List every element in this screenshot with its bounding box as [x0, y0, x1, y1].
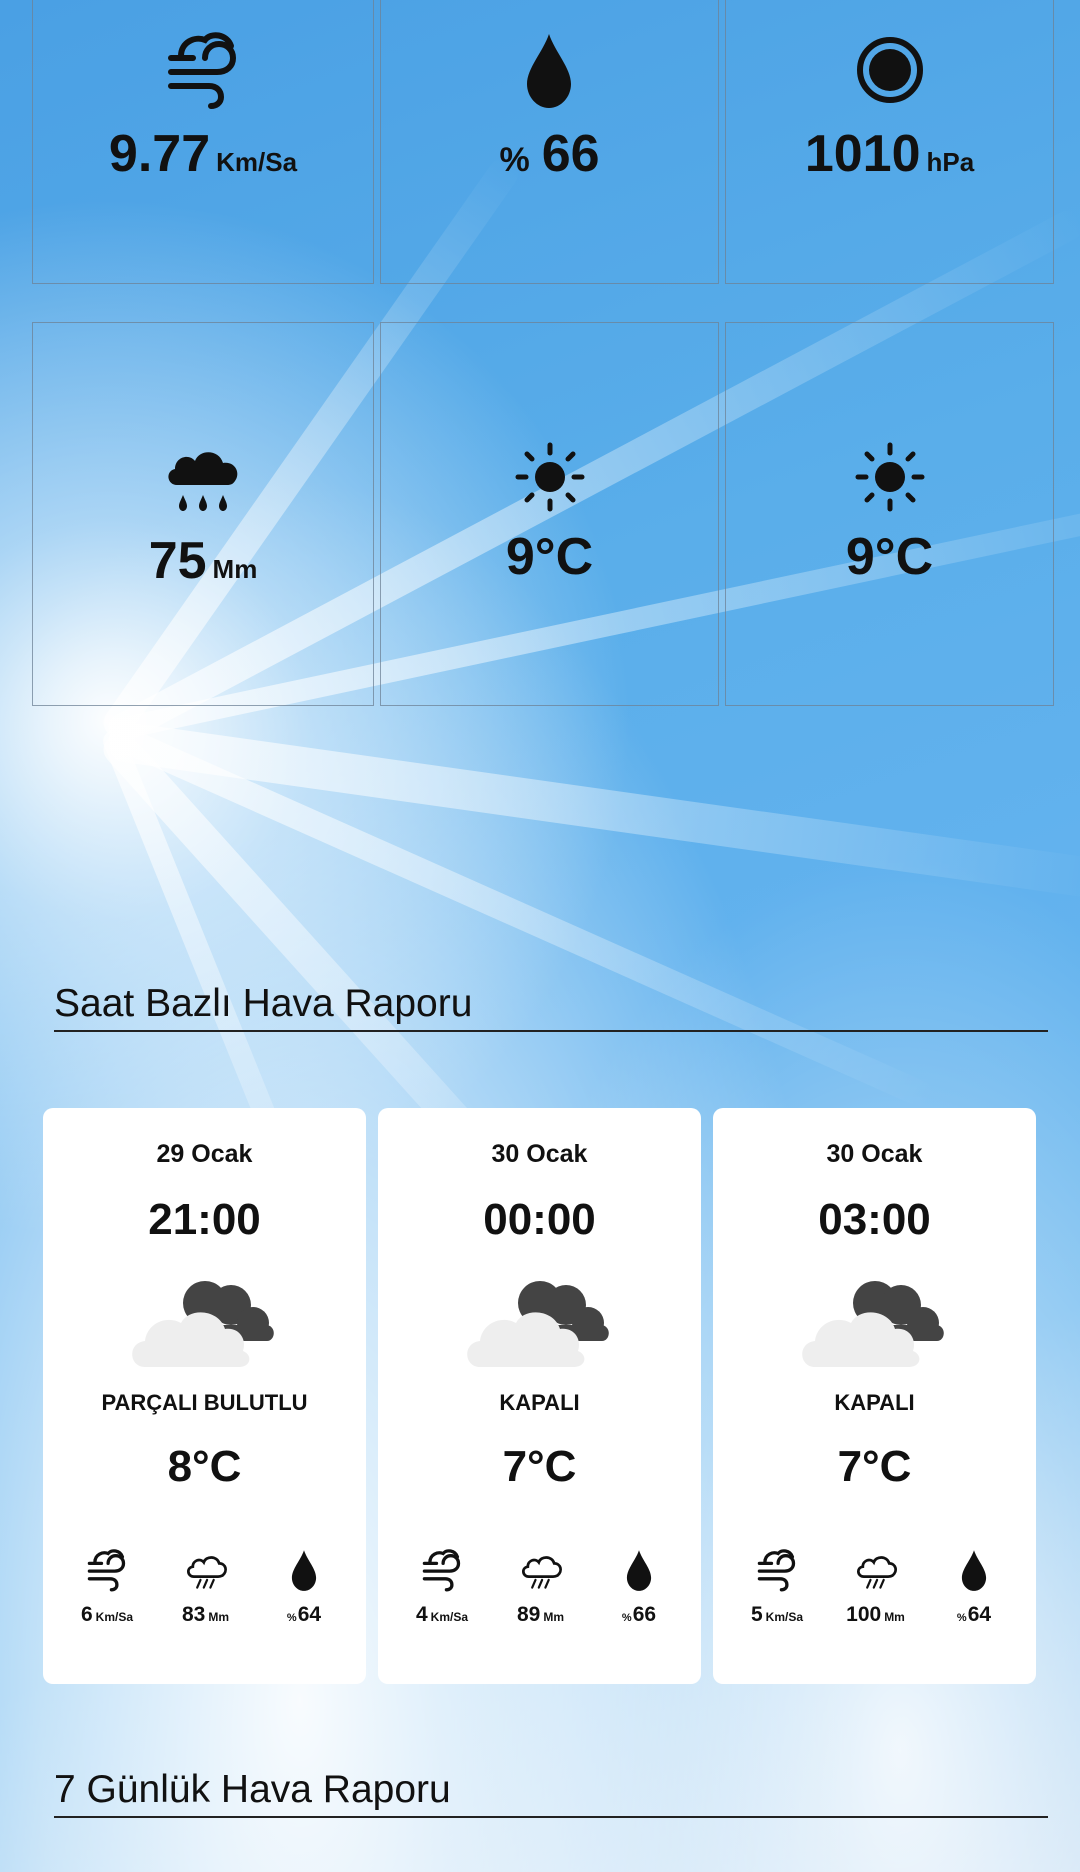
wind-stat-number: 6: [80, 1603, 93, 1626]
rain-stat: 89 Mm: [501, 1548, 581, 1627]
humidity-stat-value: %64: [287, 1603, 321, 1627]
hourly-time: 03:00: [818, 1195, 931, 1244]
rain-stat-unit: Mm: [884, 1610, 905, 1624]
hourly-condition: KAPALI: [834, 1390, 915, 1415]
pressure-value: 1010: [804, 124, 921, 183]
humidity-stat-value: %66: [622, 1603, 656, 1627]
hourly-time: 21:00: [148, 1195, 261, 1244]
temp-max-cell: 9°C: [725, 322, 1054, 706]
precipitation-unit: Mm: [212, 554, 258, 584]
pressure-unit: hPa: [926, 146, 975, 177]
sun-icon: [514, 441, 586, 513]
droplet-icon: [952, 1548, 996, 1597]
weekly-section-title: 7 Günlük Hava Raporu: [54, 1768, 1048, 1818]
hourly-cards[interactable]: 29 Ocak 21:00 PARÇALI BULUTLU 8°C 6 Km/Sa: [43, 1108, 1036, 1684]
hourly-card[interactable]: 30 Ocak 03:00 KAPALI 7°C 5 Km/Sa 100 Mm …: [713, 1108, 1036, 1684]
droplet-icon: [509, 30, 589, 110]
overcast-night-icon: [462, 1271, 618, 1376]
wind-stat-value: 4 Km/Sa: [416, 1603, 468, 1627]
humidity-stat-number: 64: [967, 1603, 992, 1626]
wind-icon: [163, 30, 243, 110]
hourly-time: 00:00: [483, 1195, 596, 1244]
wind-stat-number: 4: [415, 1603, 428, 1626]
hourly-temp: 8°C: [167, 1442, 242, 1491]
rain-stat-number: 83: [181, 1603, 206, 1626]
temp-min-value: 9°C: [505, 528, 594, 586]
hourly-card[interactable]: 30 Ocak 00:00 KAPALI 7°C 4 Km/Sa 89 Mm %…: [378, 1108, 701, 1684]
rain-cloud-outline-icon: [518, 1548, 564, 1597]
hourly-temp: 7°C: [502, 1442, 577, 1491]
wind-icon: [755, 1548, 799, 1597]
humidity-stat: %64: [264, 1548, 344, 1627]
rain-cloud-outline-icon: [183, 1548, 229, 1597]
wind-unit: Km/Sa: [216, 146, 298, 177]
hourly-condition: KAPALI: [499, 1390, 580, 1415]
hourly-date: 30 Ocak: [491, 1140, 588, 1168]
rain-stat-unit: Mm: [208, 1610, 230, 1624]
pressure-cell: 1010 hPa: [725, 0, 1054, 284]
hourly-stats: 4 Km/Sa 89 Mm %66: [378, 1548, 701, 1627]
humidity-stat-number: 66: [632, 1603, 657, 1626]
wind-stat-number: 5: [750, 1603, 763, 1626]
humidity-prefix: %: [499, 140, 530, 179]
precipitation-value: 75: [148, 532, 207, 590]
wind-stat-unit: Km/Sa: [95, 1610, 134, 1624]
current-details-row-2: 75 Mm 9°C 9°C: [32, 322, 1054, 706]
hourly-section-title: Saat Bazlı Hava Raporu: [54, 982, 1048, 1032]
rain-stat-unit: Mm: [543, 1610, 565, 1624]
hourly-date: 29 Ocak: [156, 1140, 253, 1168]
humidity-stat-prefix: %: [286, 1612, 297, 1624]
wind-stat: 4 Km/Sa: [402, 1548, 482, 1627]
rain-cloud-icon: [163, 437, 243, 517]
precipitation-cell: 75 Mm: [32, 322, 374, 706]
wind-stat: 5 Km/Sa: [737, 1548, 817, 1627]
humidity-stat-value: %64: [957, 1603, 991, 1627]
sun-icon: [854, 441, 926, 513]
hourly-condition: PARÇALI BULUTLU: [101, 1390, 308, 1415]
hourly-date: 30 Ocak: [826, 1140, 923, 1168]
rain-cloud-outline-icon: [853, 1548, 899, 1597]
current-details-row-1: 9.77 Km/Sa % 66 1010 hPa: [32, 0, 1054, 284]
humidity-cell: % 66: [380, 0, 719, 284]
droplet-icon: [617, 1548, 661, 1597]
wind-cell: 9.77 Km/Sa: [32, 0, 374, 284]
wind-stat-value: 6 Km/Sa: [81, 1603, 133, 1627]
wind-stat-value: 5 Km/Sa: [751, 1603, 803, 1627]
wind-stat-unit: Km/Sa: [430, 1610, 469, 1624]
overcast-night-icon: [797, 1271, 953, 1376]
droplet-icon: [282, 1548, 326, 1597]
rain-stat: 83 Mm: [166, 1548, 246, 1627]
humidity-stat: %66: [599, 1548, 679, 1627]
hourly-stats: 6 Km/Sa 83 Mm %64: [43, 1548, 366, 1627]
rain-stat: 100 Mm: [836, 1548, 916, 1627]
rain-stat-value: 89 Mm: [517, 1603, 564, 1627]
rain-stat-value: 100 Mm: [846, 1603, 905, 1627]
wind-stat-unit: Km/Sa: [765, 1610, 804, 1624]
wind-icon: [420, 1548, 464, 1597]
temp-min-cell: 9°C: [380, 322, 719, 706]
hourly-card[interactable]: 29 Ocak 21:00 PARÇALI BULUTLU 8°C 6 Km/Sa: [43, 1108, 366, 1684]
pressure-value-display: 1010 hPa: [805, 124, 974, 184]
humidity-stat-number: 64: [297, 1603, 322, 1626]
temp-max-value: 9°C: [845, 528, 934, 586]
wind-stat: 6 Km/Sa: [67, 1548, 147, 1627]
humidity-value: 66: [541, 124, 600, 183]
humidity-stat-prefix: %: [956, 1612, 967, 1624]
hourly-temp: 7°C: [837, 1442, 912, 1491]
wind-icon: [85, 1548, 129, 1597]
rain-stat-value: 83 Mm: [182, 1603, 229, 1627]
pressure-ring-icon: [850, 30, 930, 110]
humidity-stat: %64: [934, 1548, 1014, 1627]
wind-value-display: 9.77 Km/Sa: [109, 124, 297, 184]
humidity-stat-prefix: %: [621, 1612, 632, 1624]
precipitation-value-display: 75 Mm: [149, 531, 258, 591]
wind-value: 9.77: [108, 124, 211, 183]
partly-cloudy-night-icon: [127, 1271, 283, 1376]
rain-stat-number: 89: [516, 1603, 541, 1626]
hourly-stats: 5 Km/Sa 100 Mm %64: [713, 1548, 1036, 1627]
humidity-value-display: % 66: [499, 124, 599, 184]
rain-stat-number: 100: [846, 1603, 882, 1626]
